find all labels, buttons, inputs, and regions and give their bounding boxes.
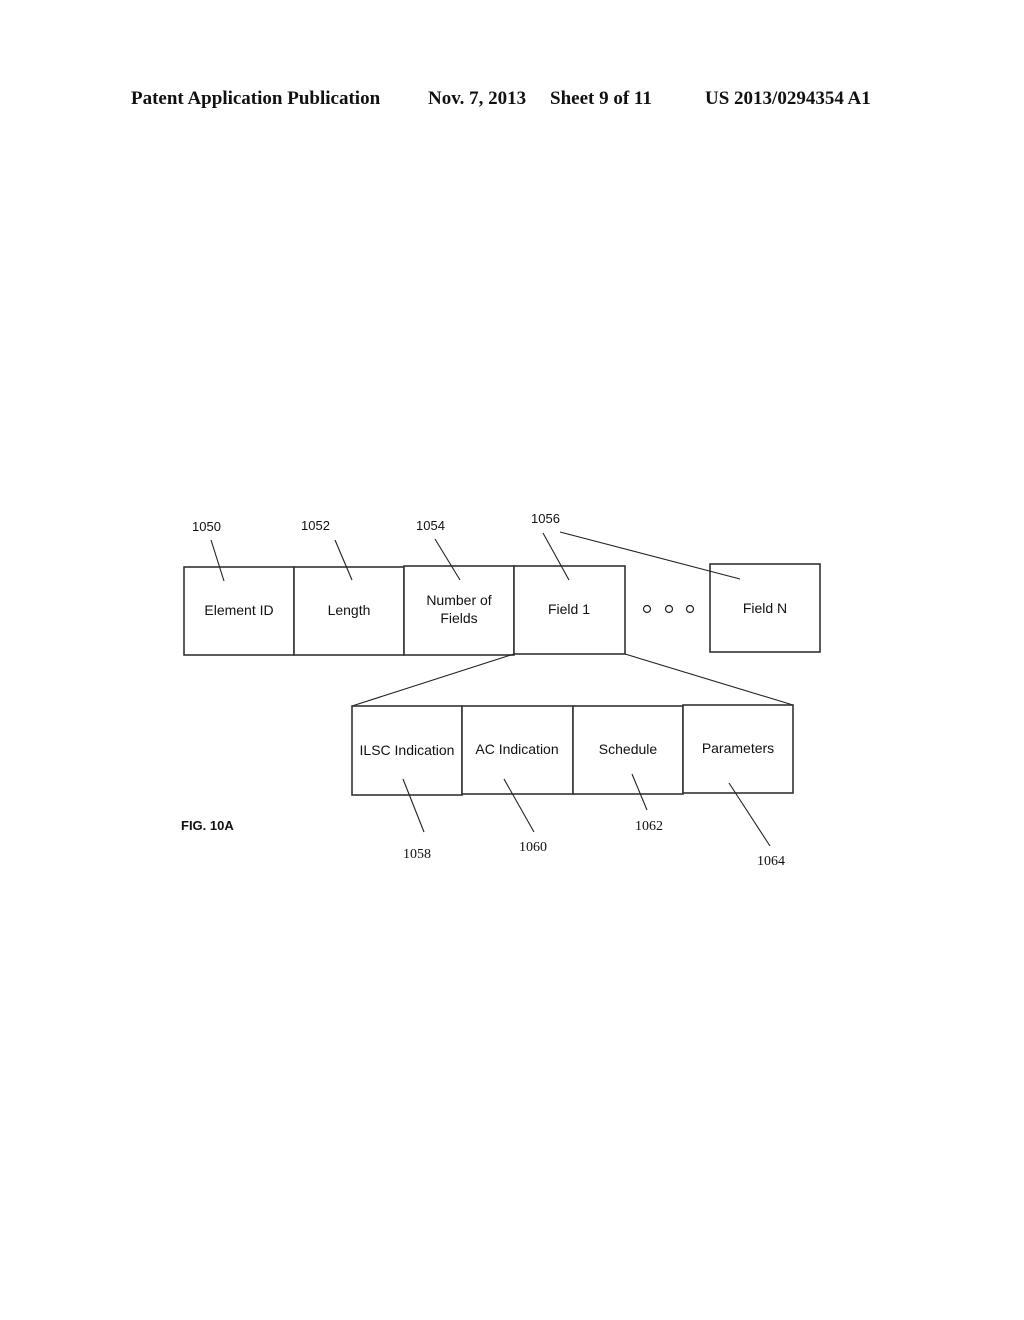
ref-1058: 1058 [403, 847, 431, 862]
ac-indication-label: AC Indication [475, 741, 558, 757]
ellipsis-dot [664, 604, 674, 614]
number-of-fields-label-line2: Fields [440, 610, 477, 626]
ref-1056: 1056 [531, 511, 560, 526]
ref-1050: 1050 [192, 519, 221, 534]
ref-1064: 1064 [757, 854, 785, 869]
ref-1054: 1054 [416, 518, 445, 533]
element-id-label: Element ID [204, 602, 273, 618]
ref-1060: 1060 [519, 840, 547, 855]
expansion-line-left [351, 653, 515, 707]
sub-row: ILSC Indication AC Indication Schedule P… [351, 704, 794, 796]
ilsc-indication-label: ILSC Indication [360, 742, 455, 758]
field-1-label: Field 1 [548, 601, 590, 617]
ellipsis-dot [685, 604, 695, 614]
schedule-label: Schedule [599, 741, 658, 757]
parameters-label: Parameters [702, 740, 774, 756]
number-of-fields-label-line1: Number of [426, 592, 491, 608]
ref-1052: 1052 [301, 518, 330, 533]
top-row: Element ID Length Number of Fields Field… [183, 563, 821, 656]
length-label: Length [328, 602, 371, 618]
figure-diagram: Element ID Length Number of Fields Field… [181, 511, 821, 869]
ellipsis-dot [642, 604, 652, 614]
expansion-line-right [624, 653, 794, 706]
ref-1062: 1062 [635, 819, 663, 834]
figure-label: FIG. 10A [181, 818, 234, 833]
field-n-label: Field N [743, 600, 787, 616]
